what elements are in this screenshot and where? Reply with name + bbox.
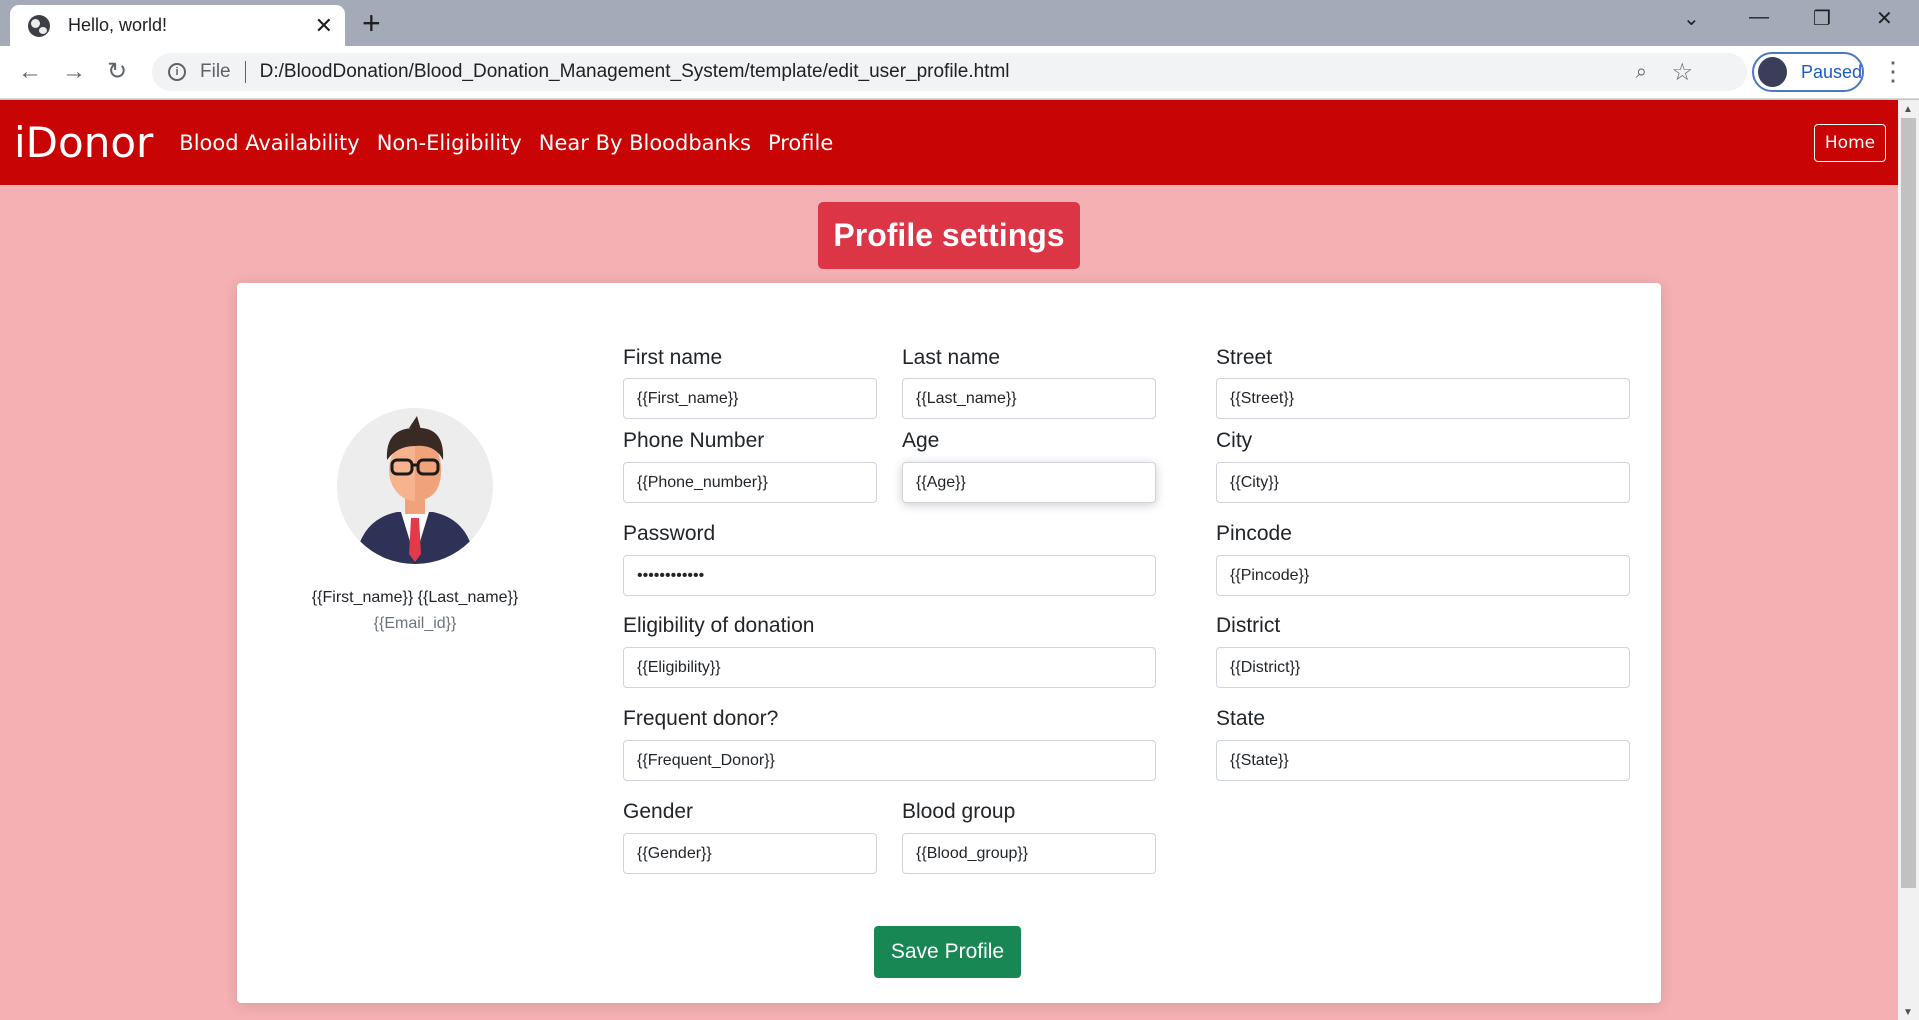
restore-icon[interactable]: ❐	[1813, 6, 1831, 31]
close-tab-icon[interactable]: ✕	[315, 14, 333, 37]
frequent-donor-label: Frequent donor?	[623, 707, 779, 730]
globe-icon	[28, 14, 50, 37]
last-name-field[interactable]: {{Last_name}}	[902, 378, 1156, 419]
new-tab-icon[interactable]: +	[362, 6, 381, 40]
last-name-label: Last name	[902, 346, 1001, 369]
close-window-icon[interactable]: ✕	[1876, 6, 1893, 31]
first-name-field[interactable]: {{First_name}}	[623, 378, 877, 419]
nav-profile[interactable]: Profile	[768, 131, 833, 155]
tab-title: Hello, world!	[68, 15, 168, 35]
state-field[interactable]: {{State}}	[1216, 740, 1630, 781]
state-label: State	[1216, 707, 1266, 730]
first-name-label: First name	[623, 346, 723, 369]
district-field[interactable]: {{District}}	[1216, 647, 1630, 688]
eligibility-label: Eligibility of donation	[623, 614, 815, 637]
blood-group-label: Blood group	[902, 800, 1016, 823]
scroll-up-arrow-icon[interactable]: ▲	[1903, 104, 1913, 115]
info-icon[interactable]: i	[168, 63, 186, 81]
city-label: City	[1216, 429, 1253, 452]
city-field[interactable]: {{City}}	[1216, 462, 1630, 503]
eligibility-field[interactable]: {{Eligibility}}	[623, 647, 1156, 688]
vertical-scrollbar[interactable]: ▲ ▼	[1898, 100, 1919, 1020]
age-field[interactable]: {{Age}}	[902, 462, 1156, 503]
brand-logo[interactable]: iDonor	[14, 118, 153, 167]
url-text[interactable]: D:/BloodDonation/Blood_Donation_Manageme…	[260, 61, 1010, 83]
nav-blood-availability[interactable]: Blood Availability	[179, 131, 359, 155]
minimize-icon[interactable]: —	[1749, 6, 1769, 29]
scroll-down-arrow-icon[interactable]: ▼	[1903, 1007, 1913, 1018]
save-profile-button[interactable]: Save Profile	[874, 926, 1021, 978]
browser-tab[interactable]: Hello, world! ✕	[10, 5, 345, 46]
menu-kebab-icon[interactable]: ⋮	[1880, 58, 1906, 84]
street-field[interactable]: {{Street}}	[1216, 378, 1630, 419]
gender-label: Gender	[623, 800, 694, 823]
zoom-icon[interactable]: ⌕	[1636, 61, 1647, 84]
address-bar: ← → ↻ i File D:/BloodDonation/Blood_Dona…	[0, 46, 1919, 99]
district-label: District	[1216, 614, 1281, 637]
profile-avatar	[1758, 57, 1787, 87]
user-avatar-illustration	[337, 408, 493, 564]
pincode-field[interactable]: {{Pincode}}	[1216, 555, 1630, 596]
profile-card: {{First_name}} {{Last_name}} {{Email_id}…	[237, 283, 1661, 1003]
back-icon[interactable]: ←	[18, 59, 42, 85]
omnibox-divider	[244, 61, 246, 83]
home-button[interactable]: Home	[1814, 124, 1886, 162]
pincode-label: Pincode	[1216, 522, 1292, 545]
avatar	[337, 408, 493, 564]
page-viewport: iDonor Blood Availability Non-Eligibilit…	[0, 100, 1898, 1020]
profile-button[interactable]: Paused	[1752, 52, 1864, 92]
url-scheme: File	[200, 61, 231, 82]
omnibox[interactable]: i File D:/BloodDonation/Blood_Donation_M…	[152, 53, 1747, 91]
chevron-down-icon[interactable]: ⌄	[1683, 6, 1700, 31]
browser-tab-strip: Hello, world! ✕ + ⌄ — ❐ ✕	[0, 0, 1919, 46]
age-label: Age	[902, 429, 940, 452]
reload-icon[interactable]: ↻	[107, 59, 127, 85]
phone-number-field[interactable]: {{Phone_number}}	[623, 462, 877, 503]
gender-field[interactable]: {{Gender}}	[623, 833, 877, 874]
password-field[interactable]: ••••••••••••	[623, 555, 1156, 596]
scrollbar-thumb[interactable]	[1901, 118, 1916, 888]
page-title: Profile settings	[818, 202, 1080, 269]
bookmark-star-icon[interactable]: ☆	[1671, 58, 1693, 87]
nav-non-eligibility[interactable]: Non-Eligibility	[377, 131, 522, 155]
forward-icon[interactable]: →	[62, 59, 86, 85]
profile-status: Paused	[1800, 61, 1862, 82]
site-navbar: iDonor Blood Availability Non-Eligibilit…	[0, 100, 1898, 185]
user-full-name: {{First_name}} {{Last_name}}	[311, 589, 519, 606]
blood-group-field[interactable]: {{Blood_group}}	[902, 833, 1156, 874]
frequent-donor-field[interactable]: {{Frequent_Donor}}	[623, 740, 1156, 781]
phone-number-label: Phone Number	[623, 429, 765, 452]
nav-near-by-bloodbanks[interactable]: Near By Bloodbanks	[539, 131, 751, 155]
password-label: Password	[623, 522, 716, 545]
user-email: {{Email_id}}	[373, 615, 457, 632]
street-label: Street	[1216, 346, 1273, 369]
